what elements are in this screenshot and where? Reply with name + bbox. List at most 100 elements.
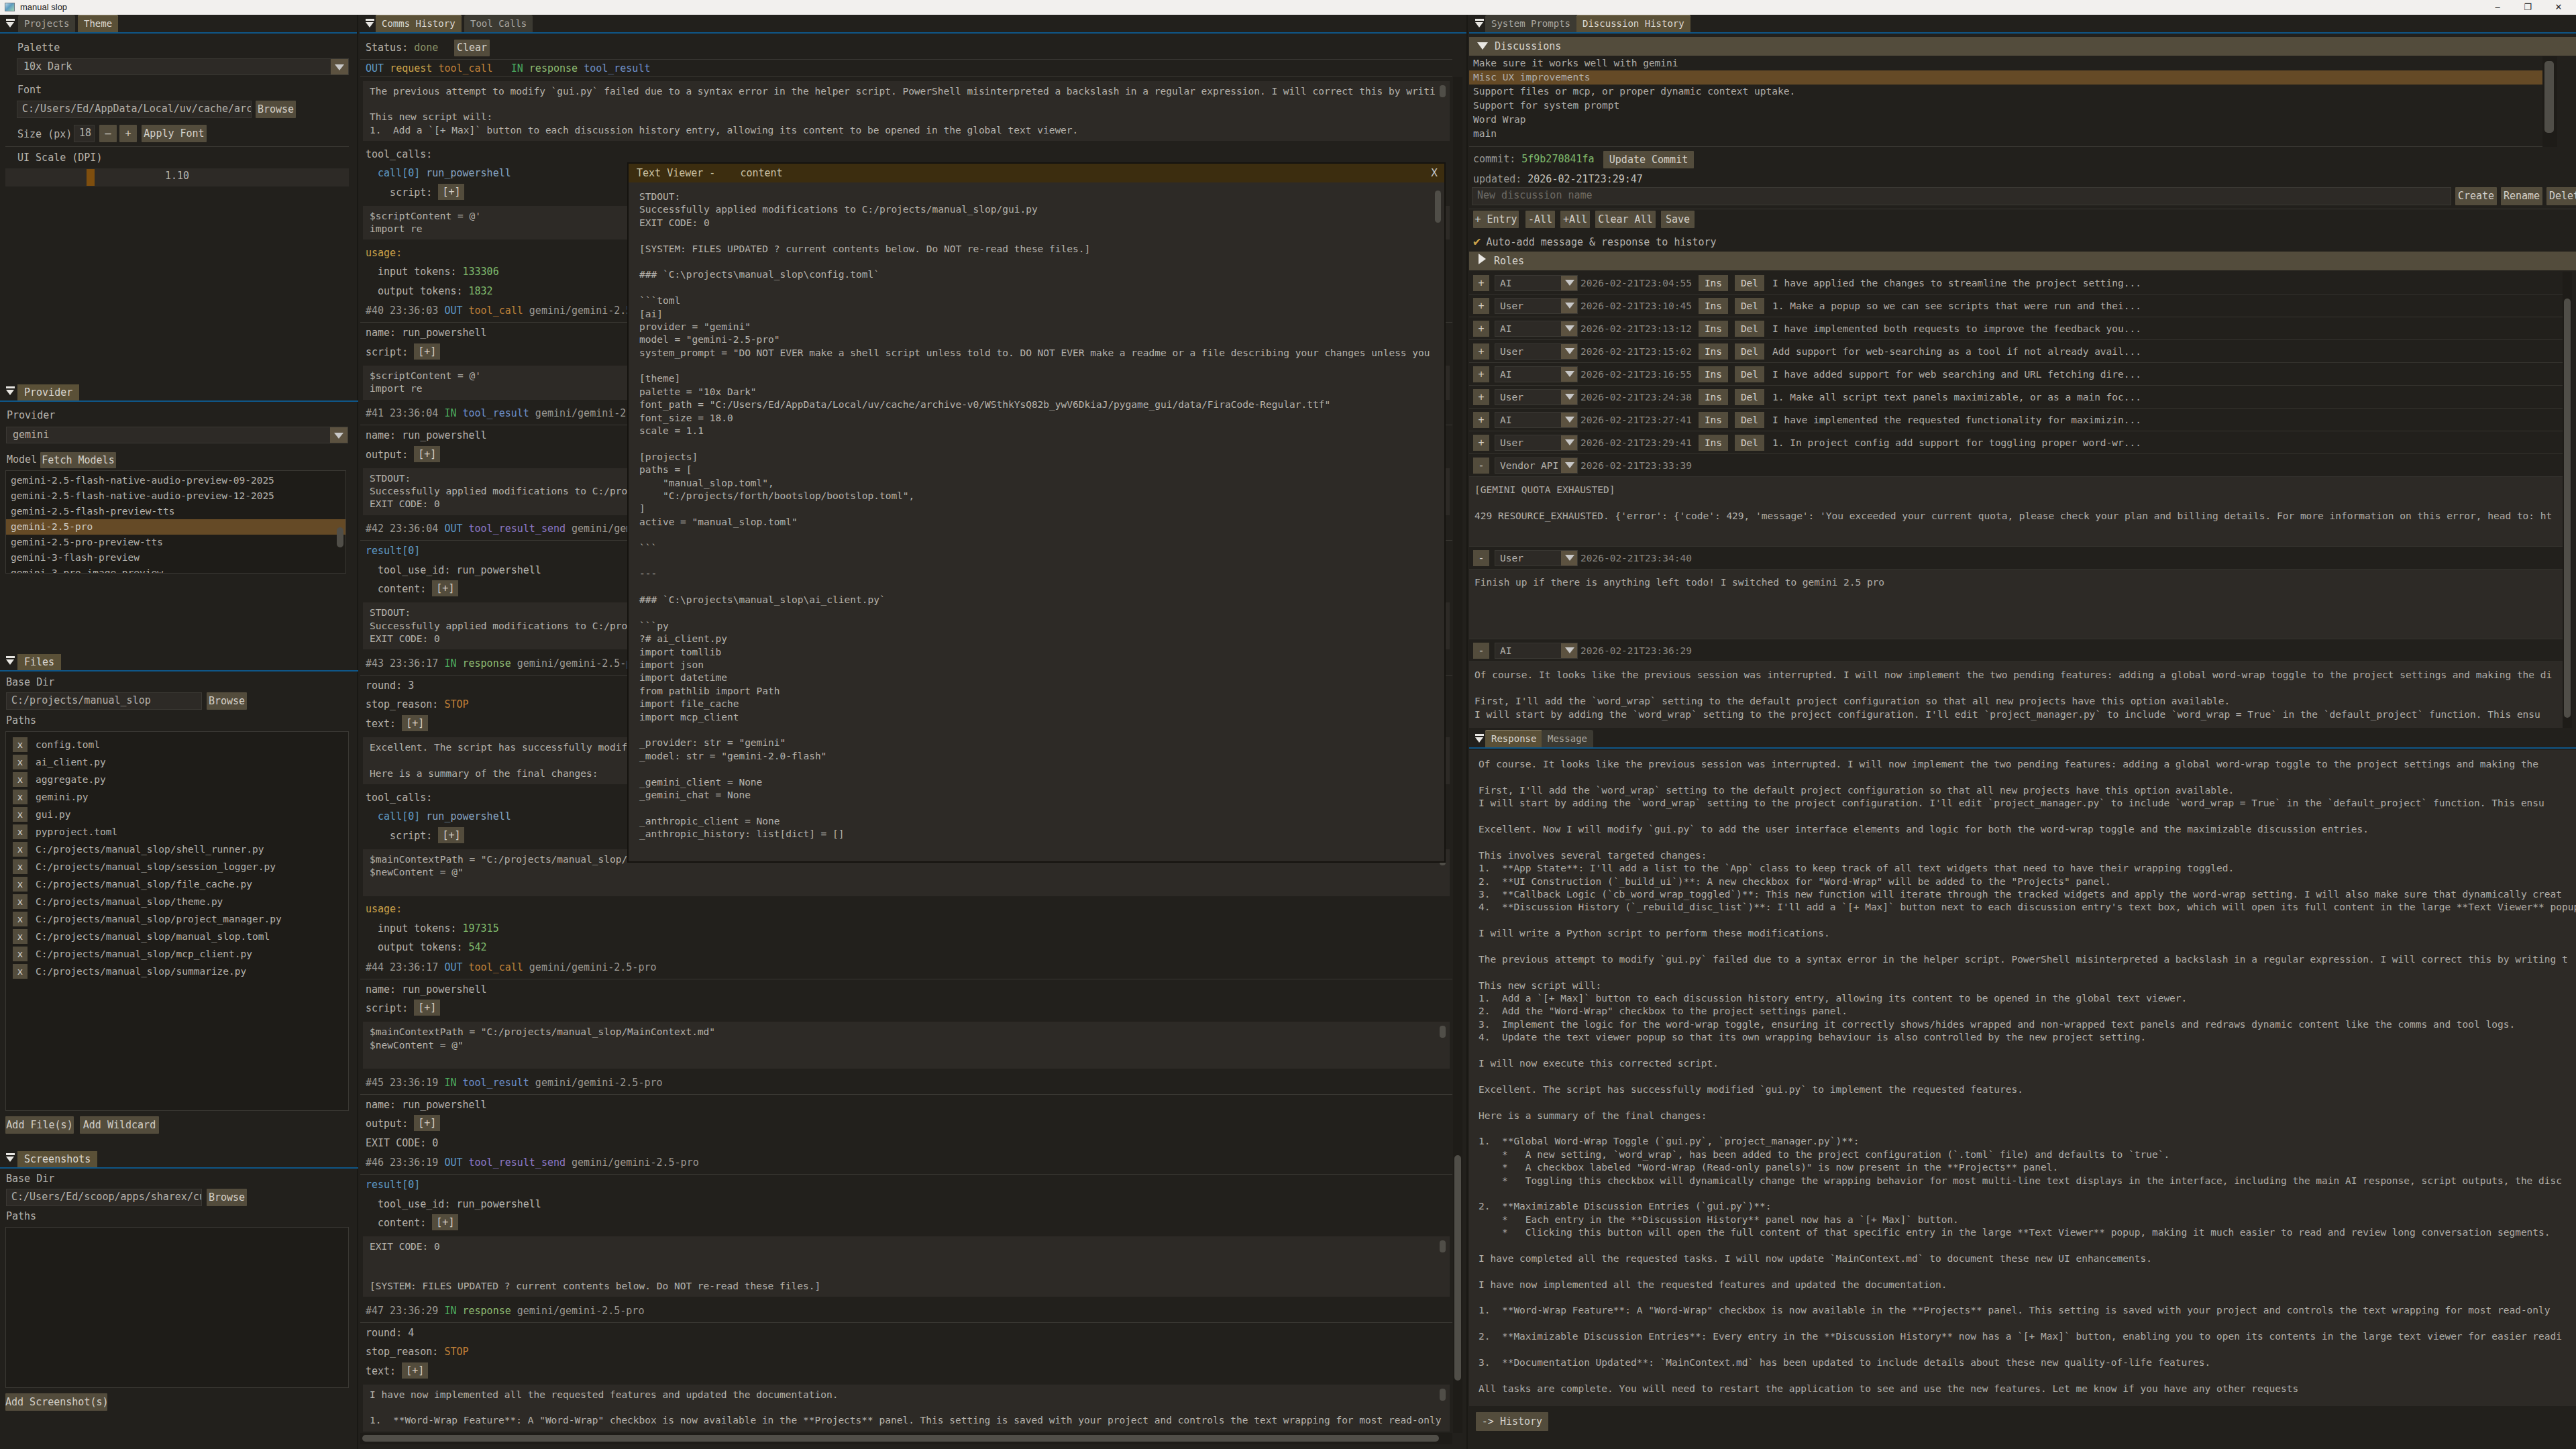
log-block-scroll-handle[interactable] bbox=[1440, 1389, 1446, 1401]
entry-role-dropdown[interactable]: User bbox=[1495, 298, 1578, 314]
collapse-entry-button[interactable]: - bbox=[1473, 550, 1489, 566]
entry-role-dropdown[interactable]: AI bbox=[1495, 366, 1578, 382]
model-list[interactable]: gemini-2.5-flash-native-audio-preview-09… bbox=[5, 470, 346, 574]
autoadd-checkbox[interactable]: ✔ bbox=[1473, 233, 1481, 248]
close-button[interactable]: ✕ bbox=[2544, 0, 2573, 15]
text-viewer-content[interactable]: STDOUT:Successfully applied modification… bbox=[629, 182, 1444, 861]
tab-tool-calls[interactable]: Tool Calls bbox=[464, 15, 533, 32]
entry-delete-button[interactable]: Del bbox=[1735, 412, 1764, 428]
discussion-item[interactable]: Word Wrap bbox=[1469, 113, 2557, 127]
entry-role-arrow-icon[interactable] bbox=[1561, 299, 1577, 313]
collapse-entry-button[interactable]: - bbox=[1473, 458, 1489, 474]
entry-role-arrow-icon[interactable] bbox=[1561, 643, 1577, 658]
entry-insert-button[interactable]: Ins bbox=[1699, 321, 1728, 337]
expand-entry-button[interactable]: + bbox=[1473, 412, 1489, 428]
discussion-item[interactable]: main bbox=[1469, 127, 2557, 141]
entry-delete-button[interactable]: Del bbox=[1735, 366, 1764, 382]
expand-entry-button[interactable]: + bbox=[1473, 389, 1489, 405]
tab-system-prompts[interactable]: System Prompts bbox=[1485, 15, 1576, 32]
remove-path-button[interactable]: x bbox=[13, 824, 28, 839]
tab-message[interactable]: Message bbox=[1542, 730, 1593, 747]
expand-content-button[interactable]: [+] bbox=[414, 1000, 440, 1016]
collapse-files-icon[interactable] bbox=[5, 655, 16, 666]
expand-content-button[interactable]: [+] bbox=[414, 343, 440, 360]
expand-entry-button[interactable]: + bbox=[1473, 366, 1489, 382]
update-commit-button[interactable]: Update Commit bbox=[1603, 151, 1694, 168]
entry-role-dropdown[interactable]: User bbox=[1495, 389, 1578, 405]
entry-role-arrow-icon[interactable] bbox=[1561, 321, 1577, 336]
entry-delete-button[interactable]: Del bbox=[1735, 435, 1764, 451]
add-files-button[interactable]: Add File(s) bbox=[5, 1116, 74, 1134]
text-viewer-scrollbar[interactable] bbox=[1435, 191, 1441, 223]
entry-delete-button[interactable]: Del bbox=[1735, 389, 1764, 405]
entry-role-dropdown[interactable]: AI bbox=[1495, 643, 1578, 659]
add-entry-button[interactable]: + Entry bbox=[1473, 211, 1519, 228]
model-list-item[interactable]: gemini-2.5-flash-native-audio-preview-09… bbox=[6, 473, 345, 488]
remove-path-button[interactable]: x bbox=[13, 894, 28, 909]
remove-path-button[interactable]: x bbox=[13, 755, 28, 769]
maximize-button[interactable]: ❐ bbox=[2513, 0, 2542, 15]
remove-path-button[interactable]: x bbox=[13, 790, 28, 804]
collapse-screenshots-icon[interactable] bbox=[5, 1152, 16, 1163]
discussions-header[interactable]: Discussions bbox=[1469, 37, 2576, 56]
entry-insert-button[interactable]: Ins bbox=[1699, 412, 1728, 428]
text-viewer-close-icon[interactable]: X bbox=[1431, 164, 1438, 182]
model-list-item[interactable]: gemini-3-pro-image-preview bbox=[6, 566, 345, 574]
files-browse-button[interactable]: Browse bbox=[207, 692, 247, 710]
expand-content-button[interactable]: [+] bbox=[414, 1115, 440, 1131]
delete-button[interactable]: Delete bbox=[2546, 187, 2576, 205]
collapse-entry-button[interactable]: - bbox=[1473, 643, 1489, 659]
clear-all-button[interactable]: Clear All bbox=[1595, 211, 1656, 228]
entry-role-dropdown[interactable]: User bbox=[1495, 343, 1578, 360]
entry-insert-button[interactable]: Ins bbox=[1699, 389, 1728, 405]
discussion-name-input[interactable]: New discussion name bbox=[1472, 187, 2451, 205]
create-button[interactable]: Create bbox=[2455, 187, 2497, 205]
remove-path-button[interactable]: x bbox=[13, 877, 28, 892]
tab-projects[interactable]: Projects bbox=[18, 15, 75, 32]
collapse-comms-icon[interactable] bbox=[365, 18, 376, 29]
provider-dropdown[interactable]: gemini bbox=[6, 427, 348, 443]
collapse-provider-icon[interactable] bbox=[5, 386, 16, 396]
collapse-all-button[interactable]: -All bbox=[1525, 211, 1555, 228]
entry-role-dropdown[interactable]: AI bbox=[1495, 321, 1578, 337]
size-plus-button[interactable]: + bbox=[119, 125, 137, 142]
expand-content-button[interactable]: [+] bbox=[438, 184, 464, 200]
expand-entry-button[interactable]: + bbox=[1473, 298, 1489, 314]
discussion-item[interactable]: Support for system prompt bbox=[1469, 99, 2557, 113]
tab-comms-history[interactable]: Comms History bbox=[376, 15, 462, 32]
tab-theme[interactable]: Theme bbox=[78, 15, 118, 32]
remove-path-button[interactable]: x bbox=[13, 912, 28, 926]
entry-delete-button[interactable]: Del bbox=[1735, 321, 1764, 337]
expand-content-button[interactable]: [+] bbox=[438, 827, 464, 843]
provider-section-header[interactable]: Provider bbox=[17, 384, 79, 400]
expand-entry-button[interactable]: + bbox=[1473, 343, 1489, 360]
expand-entry-button[interactable]: + bbox=[1473, 275, 1489, 291]
apply-font-button[interactable]: Apply Font bbox=[142, 125, 207, 142]
palette-dropdown[interactable]: 10x Dark bbox=[17, 58, 349, 75]
entry-role-dropdown[interactable]: User bbox=[1495, 435, 1578, 451]
model-list-scrollbar[interactable] bbox=[337, 527, 343, 547]
screenshots-browse-button[interactable]: Browse bbox=[207, 1189, 247, 1206]
expand-content-button[interactable]: [+] bbox=[402, 1362, 428, 1379]
expand-entry-button[interactable]: + bbox=[1473, 321, 1489, 337]
font-path-input[interactable]: C:/Users/Ed/AppData/Local/uv/cache/archi… bbox=[17, 101, 252, 118]
discussion-item[interactable]: Support files or mcp, or proper dynamic … bbox=[1469, 85, 2557, 99]
entry-delete-button[interactable]: Del bbox=[1735, 275, 1764, 291]
palette-dropdown-arrow-icon[interactable] bbox=[331, 59, 348, 74]
entry-insert-button[interactable]: Ins bbox=[1699, 435, 1728, 451]
expand-entry-button[interactable]: + bbox=[1473, 435, 1489, 451]
comms-log-vscrollbar[interactable] bbox=[1453, 77, 1462, 1433]
add-wildcard-button[interactable]: Add Wildcard bbox=[80, 1116, 159, 1134]
entry-role-arrow-icon[interactable] bbox=[1561, 435, 1577, 450]
discussion-item[interactable]: Misc UX improvements bbox=[1469, 70, 2557, 85]
collapse-panel-icon[interactable] bbox=[5, 18, 16, 29]
font-browse-button[interactable]: Browse bbox=[256, 101, 296, 118]
entry-role-dropdown[interactable]: Vendor API bbox=[1495, 458, 1578, 474]
size-minus-button[interactable]: – bbox=[99, 125, 117, 142]
entry-delete-button[interactable]: Del bbox=[1735, 343, 1764, 360]
add-screenshots-button[interactable]: Add Screenshot(s) bbox=[5, 1393, 107, 1411]
entries-scrollbar[interactable] bbox=[2564, 299, 2571, 718]
model-list-item[interactable]: gemini-2.5-flash-preview-tts bbox=[6, 504, 345, 519]
expand-content-button[interactable]: [+] bbox=[432, 580, 458, 596]
collapse-discussion-icon[interactable] bbox=[1474, 18, 1485, 29]
